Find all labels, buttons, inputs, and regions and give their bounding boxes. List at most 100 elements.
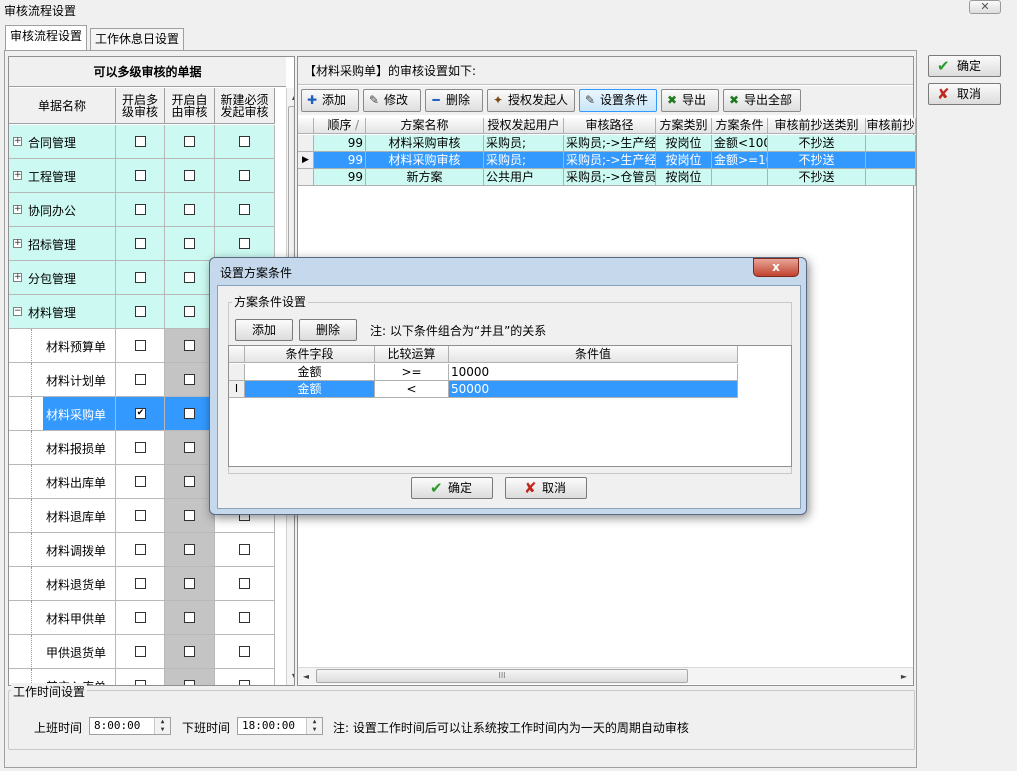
multi-checkbox[interactable] [135, 510, 146, 521]
grid-cell-users[interactable]: 采购员; [484, 152, 564, 169]
hscroll-thumb[interactable]: III [316, 669, 688, 683]
grid-cell-users[interactable]: 采购员; [484, 135, 564, 152]
free-checkbox[interactable] [184, 272, 195, 283]
free-checkbox[interactable] [184, 442, 195, 453]
grid-column-header[interactable]: 方案类别 [656, 118, 712, 134]
grid-cell-condition[interactable] [712, 169, 768, 186]
multi-checkbox[interactable] [135, 204, 146, 215]
tree-row-5[interactable]: − 材料管理 [9, 295, 116, 329]
tree-row-15[interactable]: 甲供退货单 [9, 635, 116, 669]
free-checkbox[interactable] [184, 204, 195, 215]
condition-row-indicator[interactable]: I [229, 381, 245, 398]
tree-row-4[interactable]: + 分包管理 [9, 261, 116, 295]
new-checkbox[interactable] [239, 238, 250, 249]
grid-column-header[interactable]: 授权发起用户 [484, 118, 564, 134]
multi-checkbox[interactable] [135, 340, 146, 351]
expand-icon[interactable]: + [13, 273, 22, 282]
condition-cell-op[interactable]: < [375, 381, 449, 398]
condition-add-button[interactable]: 添加 [235, 319, 293, 341]
multi-checkbox[interactable] [135, 680, 146, 685]
grid-row-indicator[interactable]: ▶ [298, 152, 314, 169]
grid-cell-extra[interactable] [866, 152, 916, 169]
free-checkbox[interactable] [184, 578, 195, 589]
grid-column-header[interactable]: 审核前抄送类别 [768, 118, 866, 134]
multi-checkbox[interactable] [135, 306, 146, 317]
condition-row-indicator[interactable] [229, 364, 245, 381]
start-time-spinner[interactable]: 8:00:00 ▲ ▼ [89, 717, 171, 735]
tree-row-14[interactable]: 材料甲供单 [9, 601, 116, 635]
condition-column-header[interactable]: 条件字段 [245, 346, 375, 363]
new-checkbox[interactable] [239, 578, 250, 589]
grid-cell-extra[interactable] [866, 135, 916, 152]
free-checkbox[interactable] [184, 510, 195, 521]
dialog-close-button[interactable]: x [753, 258, 799, 277]
confirm-button[interactable]: ✔ 确定 [928, 55, 1001, 77]
tree-row-9[interactable]: 材料报损单 [9, 431, 116, 465]
grid-cell-cc[interactable]: 不抄送 [768, 152, 866, 169]
cancel-button[interactable]: ✘ 取消 [928, 83, 1001, 105]
toolbar-button-0[interactable]: ✚ 添加 [301, 89, 359, 112]
window-close-button[interactable]: ✕ [969, 0, 1001, 14]
scroll-up-button[interactable]: ▲ [287, 88, 294, 105]
new-checkbox[interactable] [239, 612, 250, 623]
multi-checkbox[interactable] [135, 578, 146, 589]
grid-cell-order[interactable]: 99 [314, 169, 366, 186]
free-checkbox[interactable] [184, 306, 195, 317]
condition-cell-value[interactable]: 50000 [449, 381, 738, 398]
collapse-icon[interactable]: − [13, 307, 22, 316]
free-checkbox[interactable] [184, 544, 195, 555]
tree-row-11[interactable]: 材料退库单 [9, 499, 116, 533]
toolbar-button-3[interactable]: ✦ 授权发起人 [487, 89, 575, 112]
free-checkbox[interactable] [184, 170, 195, 181]
tree-row-1[interactable]: + 工程管理 [9, 159, 116, 193]
scroll-down-button[interactable]: ▼ [287, 668, 294, 685]
new-checkbox[interactable] [239, 204, 250, 215]
tree-row-7[interactable]: 材料计划单 [9, 363, 116, 397]
free-checkbox[interactable] [184, 374, 195, 385]
expand-icon[interactable]: + [13, 137, 22, 146]
tab-holiday[interactable]: 工作休息日设置 [90, 28, 185, 50]
grid-horizontal-scrollbar[interactable]: ◄ III ► [298, 667, 913, 684]
multi-checkbox[interactable] [135, 238, 146, 249]
multi-checkbox[interactable] [135, 442, 146, 453]
grid-cell-path[interactable]: 采购员;->生产经 [564, 135, 656, 152]
grid-cell-users[interactable]: 公共用户 [484, 169, 564, 186]
grid-cell-cc[interactable]: 不抄送 [768, 135, 866, 152]
scroll-left-button[interactable]: ◄ [298, 668, 314, 685]
spinner-arrows-icon[interactable]: ▲ ▼ [154, 718, 170, 734]
grid-cell-path[interactable]: 采购员;->生产经 [564, 152, 656, 169]
tree-row-13[interactable]: 材料退货单 [9, 567, 116, 601]
condition-cell-field[interactable]: 金额 [245, 381, 375, 398]
condition-column-header[interactable]: 条件值 [449, 346, 738, 363]
grid-column-header[interactable]: 顺序 / [314, 118, 366, 134]
toolbar-button-5[interactable]: ✖ 导出 [661, 89, 719, 112]
new-checkbox[interactable] [239, 680, 250, 685]
grid-cell-extra[interactable] [866, 169, 916, 186]
free-checkbox[interactable] [184, 136, 195, 147]
grid-row-indicator[interactable] [298, 169, 314, 186]
expand-icon[interactable]: + [13, 205, 22, 214]
dialog-ok-button[interactable]: ✔ 确定 [411, 477, 493, 499]
grid-column-header[interactable]: 方案条件 [712, 118, 768, 134]
grid-cell-order[interactable]: 99 [314, 152, 366, 169]
expand-icon[interactable]: + [13, 239, 22, 248]
tree-row-3[interactable]: + 招标管理 [9, 227, 116, 261]
condition-delete-button[interactable]: 删除 [299, 319, 357, 341]
tree-row-10[interactable]: 材料出库单 [9, 465, 116, 499]
toolbar-button-4[interactable]: ✎ 设置条件 [579, 89, 657, 112]
dialog-cancel-button[interactable]: ✘ 取消 [505, 477, 587, 499]
grid-column-header[interactable]: 审核前抄 [866, 118, 916, 134]
grid-cell-condition[interactable]: 金额>=100 [712, 152, 768, 169]
grid-column-header[interactable]: 方案名称 [366, 118, 484, 134]
condition-cell-field[interactable]: 金额 [245, 364, 375, 381]
grid-row-indicator[interactable] [298, 135, 314, 152]
free-checkbox[interactable] [184, 238, 195, 249]
toolbar-button-6[interactable]: ✖ 导出全部 [723, 89, 801, 112]
grid-cell-name[interactable]: 材料采购审核 [366, 152, 484, 169]
condition-cell-value[interactable]: 10000 [449, 364, 738, 381]
grid-cell-path[interactable]: 采购员;->仓管员 [564, 169, 656, 186]
spinner-arrows-icon[interactable]: ▲ ▼ [306, 718, 322, 734]
toolbar-button-2[interactable]: ━ 删除 [425, 89, 483, 112]
new-checkbox[interactable] [239, 544, 250, 555]
multi-checkbox[interactable] [135, 272, 146, 283]
